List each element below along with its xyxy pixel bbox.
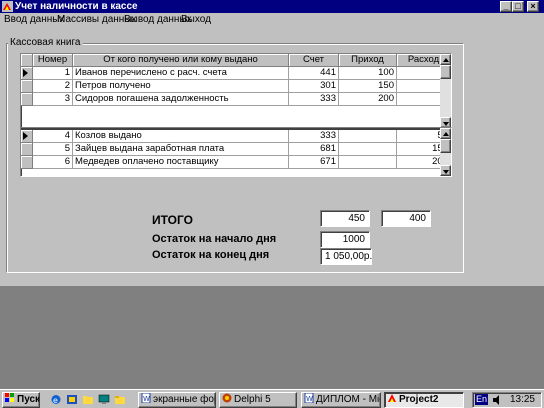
cell-account[interactable]: 333 <box>289 93 339 106</box>
menu-bar: Ввод данных Массивы данных Вывод данных … <box>0 13 544 27</box>
menu-exit[interactable]: Выход <box>181 14 211 26</box>
col-payee-header[interactable]: От кого получено или кому выдано <box>73 54 289 67</box>
cell-payee[interactable]: Сидоров погашена задолженность <box>73 93 289 106</box>
income-grid[interactable]: Номер От кого получено или кому выдано С… <box>20 53 452 129</box>
desktop-icon[interactable] <box>98 394 110 405</box>
svg-text:W: W <box>306 395 313 403</box>
minimize-button[interactable]: _ <box>500 1 512 12</box>
start-label: Пуск <box>17 394 40 405</box>
income-grid-scrollbar[interactable] <box>440 54 451 128</box>
cell-number[interactable]: 3 <box>33 93 73 106</box>
app-icon <box>388 394 396 402</box>
word-doc-icon: W <box>304 393 314 403</box>
channels-icon[interactable] <box>114 394 126 405</box>
cell-number[interactable]: 6 <box>33 156 73 169</box>
task-label: Delphi 5 <box>234 394 271 405</box>
svg-text:W: W <box>143 395 150 403</box>
arrow-up-icon <box>443 132 449 136</box>
taskbar: Пуск e Wэкранные форм... Delphi 5 WДИПЛО… <box>0 389 544 408</box>
language-indicator[interactable]: En <box>475 394 489 405</box>
task-label: Project2 <box>399 394 439 405</box>
groupbox-label: Кассовая книга <box>8 37 83 49</box>
header-indicator <box>21 54 33 67</box>
word-doc-icon: W <box>141 393 151 403</box>
cell-payee[interactable]: Медведев оплачено поставщику <box>73 156 289 169</box>
scroll-thumb[interactable] <box>440 65 451 79</box>
cell-account[interactable]: 301 <box>289 80 339 93</box>
system-tray: En 13:25 <box>472 392 542 408</box>
cell-payee[interactable]: Козлов выдано <box>73 130 289 143</box>
cell-income[interactable] <box>339 143 397 156</box>
cell-payee[interactable]: Петров получено <box>73 80 289 93</box>
cell-payee[interactable]: Иванов перечислено с расч. счета <box>73 67 289 80</box>
row-indicator <box>21 156 33 169</box>
cell-number[interactable]: 5 <box>33 143 73 156</box>
row-indicator <box>21 93 33 106</box>
cell-payee[interactable]: Зайцев выдана заработная плата <box>73 143 289 156</box>
arrow-up-icon <box>443 58 449 62</box>
cell-income[interactable]: 100 <box>339 67 397 80</box>
close-button[interactable]: × <box>527 1 539 12</box>
task-label: ДИПЛОМ - Micro... <box>316 394 380 405</box>
current-row-arrow-icon <box>23 132 28 140</box>
title-bar[interactable]: Учет наличности в кассе _ □ × <box>0 0 544 13</box>
window-title: Учет наличности в кассе <box>15 1 138 12</box>
taskbar-task-project2[interactable]: Project2 <box>384 392 464 408</box>
svg-text:e: e <box>53 396 58 405</box>
total-income-field[interactable]: 450 <box>320 210 370 227</box>
outlook-icon[interactable] <box>66 394 78 405</box>
row-indicator <box>21 67 33 80</box>
end-balance-field[interactable]: 1 050,00р. <box>320 248 372 265</box>
col-income-header[interactable]: Приход <box>339 54 397 67</box>
cell-account[interactable]: 333 <box>289 130 339 143</box>
row-indicator <box>21 130 33 143</box>
start-balance-field[interactable]: 1000 <box>320 231 370 248</box>
cell-income[interactable] <box>339 156 397 169</box>
task-label: экранные форм... <box>153 394 215 405</box>
row-indicator <box>21 143 33 156</box>
expense-grid-scrollbar[interactable] <box>440 128 451 176</box>
app-icon[interactable] <box>2 1 13 12</box>
row-indicator <box>21 80 33 93</box>
scroll-up-button[interactable] <box>440 128 451 139</box>
speaker-icon[interactable] <box>492 395 502 405</box>
cell-number[interactable]: 1 <box>33 67 73 80</box>
cell-number[interactable]: 2 <box>33 80 73 93</box>
cell-account[interactable]: 671 <box>289 156 339 169</box>
cell-account[interactable]: 681 <box>289 143 339 156</box>
taskbar-task-delphi[interactable]: Delphi 5 <box>219 392 297 408</box>
maximize-button[interactable]: □ <box>512 1 524 12</box>
app-window: Учет наличности в кассе _ □ × Ввод данны… <box>0 0 544 286</box>
scroll-down-button[interactable] <box>440 165 451 176</box>
scroll-thumb[interactable] <box>440 139 451 153</box>
cell-number[interactable]: 4 <box>33 130 73 143</box>
windows-logo-icon <box>5 393 14 402</box>
taskbar-task-screen-forms[interactable]: Wэкранные форм... <box>138 392 216 408</box>
arrow-down-icon <box>443 122 449 126</box>
menu-input-data[interactable]: Ввод данных <box>4 14 64 26</box>
end-balance-label: Остаток на конец дня <box>152 249 270 261</box>
col-number-header[interactable]: Номер <box>33 54 73 67</box>
cell-account[interactable]: 441 <box>289 67 339 80</box>
expense-grid[interactable]: 4 Козлов выдано 333 50 5 Зайцев выдана з… <box>20 127 452 177</box>
current-row-arrow-icon <box>23 69 28 77</box>
col-account-header[interactable]: Счет <box>289 54 339 67</box>
cell-income[interactable] <box>339 130 397 143</box>
total-expense-field[interactable]: 400 <box>381 210 431 227</box>
cell-income[interactable]: 150 <box>339 80 397 93</box>
taskbar-task-diploma[interactable]: WДИПЛОМ - Micro... <box>301 392 381 408</box>
ie-icon[interactable]: e <box>50 394 62 405</box>
arrow-down-icon <box>443 170 449 174</box>
folder-icon[interactable] <box>82 394 94 405</box>
delphi-icon <box>222 393 232 403</box>
start-button[interactable]: Пуск <box>2 392 40 408</box>
scroll-up-button[interactable] <box>440 54 451 65</box>
start-balance-label: Остаток на начало дня <box>152 233 277 245</box>
total-label: ИТОГО <box>152 213 193 227</box>
clock[interactable]: 13:25 <box>510 394 535 406</box>
cell-income[interactable]: 200 <box>339 93 397 106</box>
